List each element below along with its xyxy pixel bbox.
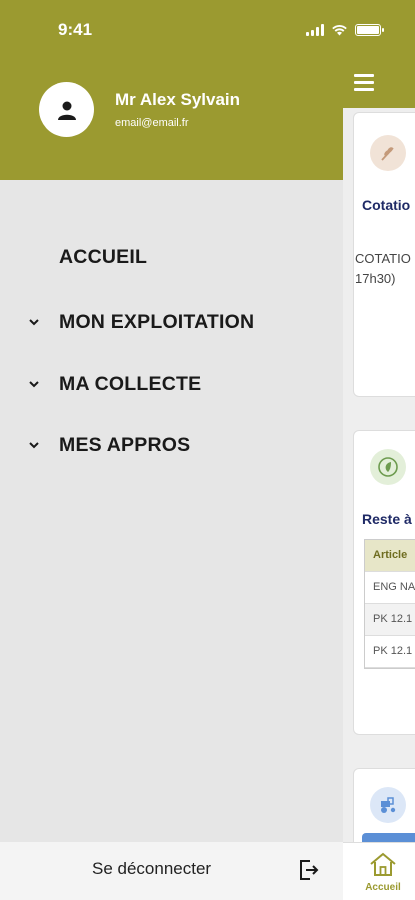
hamburger-menu-icon[interactable] xyxy=(354,74,374,91)
table-header: Article xyxy=(365,540,415,572)
bottom-tab-bar: Accueil xyxy=(343,842,415,900)
table-row: PK 12.1 xyxy=(365,636,415,668)
menu-item-mon-exploitation[interactable]: MON EXPLOITATION xyxy=(0,300,343,344)
avatar[interactable] xyxy=(39,82,94,137)
tractor-icon xyxy=(370,787,406,823)
menu-item-label: MES APPROS xyxy=(59,433,191,456)
menu-item-mes-appros[interactable]: MES APPROS xyxy=(0,423,343,467)
wheat-icon xyxy=(370,135,406,171)
menu-item-accueil[interactable]: ACCUEIL xyxy=(0,235,343,279)
chevron-down-icon xyxy=(29,319,39,326)
menu-item-label: ACCUEIL xyxy=(59,245,148,268)
background-app: Cotatio COTATIO 17h30) Reste à Article E… xyxy=(343,60,415,900)
leaf-icon xyxy=(370,449,406,485)
table-row: PK 12.1 xyxy=(365,604,415,636)
logout-label: Se déconnecter xyxy=(92,859,212,878)
remaining-card[interactable]: Reste à Article ENG NA PK 12.1 PK 12.1 xyxy=(353,430,415,735)
chevron-down-icon xyxy=(29,381,39,388)
articles-table: Article ENG NA PK 12.1 PK 12.1 xyxy=(364,539,415,669)
user-icon xyxy=(57,101,76,120)
tab-accueil-label: Accueil xyxy=(365,882,401,893)
menu-item-label: MON EXPLOITATION xyxy=(59,310,255,333)
menu-item-ma-collecte[interactable]: MA COLLECTE xyxy=(0,362,343,406)
card-text: COTATIO xyxy=(355,251,411,266)
card-title: Reste à xyxy=(362,511,412,527)
chevron-down-icon xyxy=(29,442,39,449)
user-name: Mr Alex Sylvain xyxy=(115,90,241,109)
navigation-drawer: Mr Alex Sylvain email@email.fr ACCUEIL M… xyxy=(0,0,343,900)
drawer-menu: ACCUEIL MON EXPLOITATION MA COLLECTE MES… xyxy=(0,180,343,842)
tab-accueil[interactable]: Accueil xyxy=(363,851,403,893)
logout-button[interactable]: Se déconnecter xyxy=(0,842,343,900)
battery-icon xyxy=(355,24,384,36)
card-text: 17h30) xyxy=(355,271,396,286)
home-icon xyxy=(370,852,396,876)
app-header xyxy=(343,60,415,108)
logout-icon xyxy=(300,860,319,880)
quotation-card[interactable]: Cotatio COTATIO 17h30) xyxy=(353,112,415,397)
card-title: Cotatio xyxy=(362,197,411,213)
table-row: ENG NA xyxy=(365,572,415,604)
menu-item-label: MA COLLECTE xyxy=(59,372,202,395)
user-email: email@email.fr xyxy=(115,117,189,129)
drawer-header: Mr Alex Sylvain email@email.fr xyxy=(0,60,343,180)
